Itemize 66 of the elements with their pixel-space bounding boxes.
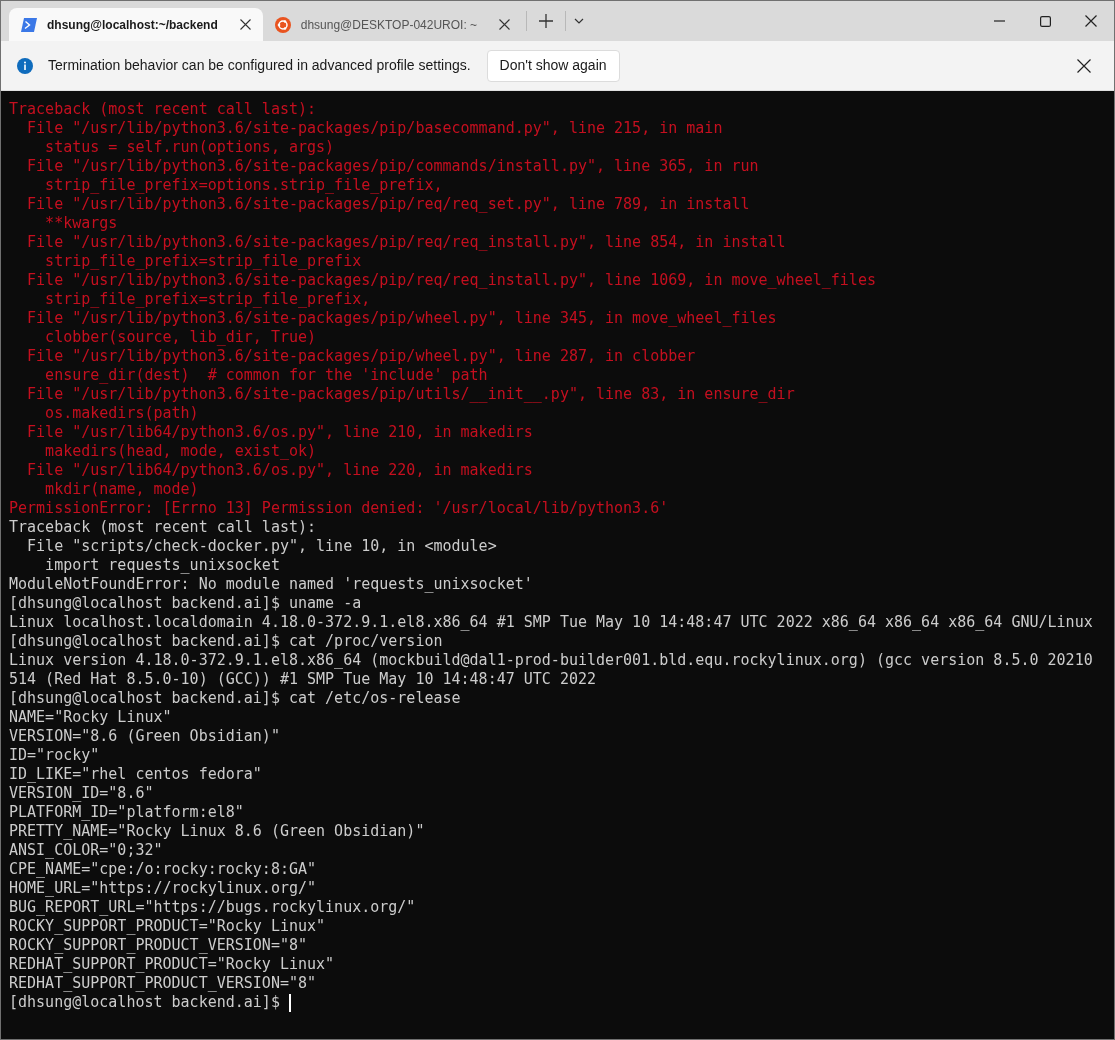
terminal-line: PLATFORM_ID="platform:el8" (9, 803, 244, 822)
terminal-line: PRETTY_NAME="Rocky Linux 8.6 (Green Obsidian)" (9, 822, 425, 841)
tab[interactable]: dhsung@DESKTOP-042UROI: ~ (262, 8, 523, 41)
circle-logo-icon (274, 16, 291, 33)
info-message: Termination behavior can be configured in advanced profile settings. (48, 56, 471, 75)
text-cursor (288, 993, 291, 1012)
terminal-line: VERSION="8.6 (Green Obsidian)" (9, 727, 280, 746)
chevron-down-icon (574, 18, 585, 24)
terminal-line: ID_LIKE="rhel centos fedora" (9, 765, 262, 784)
terminal-line: [dhsung@localhost backend.ai]$ cat /proc/version (9, 632, 443, 651)
terminal-line: import requests_unixsocket (44, 556, 280, 575)
tab[interactable]: dhsung@localhost:~/backend (9, 8, 263, 41)
terminal-line: Linux version 4.18.0-372.9.1.el8.x86_64 (mockbuild@dal1-prod-builder001.bld.equ.rockylinux.org) (gcc version 8.5.0 20210 (9, 651, 1093, 670)
terminal-line: ROCKY_SUPPORT_PRODUCT_VERSION="8" (9, 936, 307, 955)
terminal-line: ANSI_COLOR="0;32" (9, 841, 163, 860)
terminal-line: PermissionError: [Errno 13] Permission denied: '/usr/local/lib/python3.6' (9, 499, 669, 518)
terminal-line: File "/usr/lib64/python3.6/os.py", line 210, in makedirs (26, 423, 533, 442)
terminal-line: REDHAT_SUPPORT_PRODUCT="Rocky Linux" (9, 955, 335, 974)
terminal-prompt: [dhsung@localhost backend.ai]$ (9, 993, 281, 1012)
terminal-line: BUG_REPORT_URL="https://bugs.rockylinux.org/" (9, 898, 416, 917)
terminal-prompt-icon (21, 17, 37, 32)
close-icon (1077, 58, 1091, 73)
tab-title: dhsung@localhost:~/backend (47, 16, 218, 34)
terminal-line: 514 (Red Hat 8.5.0-10) (GCC)) #1 SMP Tue May 10 14:48:47 UTC 2022 (9, 670, 596, 689)
terminal-line: strip_file_prefix=strip_file_prefix, (44, 290, 371, 309)
terminal-line: VERSION_ID="8.6" (9, 784, 154, 803)
tab-title: dhsung@DESKTOP-042UROI: ~ (300, 16, 478, 34)
terminal-line: ROCKY_SUPPORT_PRODUCT="Rocky Linux" (9, 917, 326, 936)
close-icon[interactable] (239, 19, 251, 30)
terminal-line: ModuleNotFoundError: No module named 'requests_unixsocket' (9, 575, 533, 594)
terminal-line: mkdir(name, mode) (44, 480, 199, 499)
maximize-icon (1039, 15, 1051, 27)
terminal-line: File "/usr/lib64/python3.6/os.py", line 220, in makedirs (26, 461, 533, 480)
terminal-line: File "/usr/lib/python3.6/site-packages/pip/utils/__init__.py", line 83, in ensure_dir (26, 385, 795, 404)
terminal-line: File "/usr/lib/python3.6/site-packages/pip/wheel.py", line 345, in move_wheel_files (26, 309, 777, 328)
terminal-line: status = self.run(options, args) (44, 138, 335, 157)
terminal-line: NAME="Rocky Linux" (9, 708, 172, 727)
terminal-line: strip_file_prefix=strip_file_prefix (44, 252, 362, 271)
terminal-line: File "/usr/lib/python3.6/site-packages/pip/req/req_set.py", line 789, in install (26, 195, 750, 214)
terminal-line: Linux localhost.localdomain 4.18.0-372.9.1.el8.x86_64 #1 SMP Tue May 10 14:48:47 UTC 2022 x86_64 x86_64 x86_64 GNU/Linux (9, 613, 1093, 632)
terminal-line: Traceback (most recent call last): (9, 518, 317, 537)
terminal-line: REDHAT_SUPPORT_PRODUCT_VERSION="8" (9, 974, 317, 993)
terminal-line: clobber(source, lib_dir, True) (44, 328, 317, 347)
close-icon (1085, 15, 1097, 27)
terminal-line: File "/usr/lib/python3.6/site-packages/pip/basecommand.py", line 215, in main (26, 119, 723, 138)
plus-icon (539, 14, 554, 28)
terminal-line: ID="rocky" (9, 746, 100, 765)
terminal-line: **kwargs (44, 214, 118, 233)
terminal-line: File "/usr/lib/python3.6/site-packages/pip/req/req_install.py", line 854, in install (26, 233, 786, 252)
terminal-line: File "scripts/check-docker.py", line 10, in <module> (26, 537, 497, 556)
info-icon (17, 57, 33, 74)
terminal-line: [dhsung@localhost backend.ai]$ uname -a (9, 594, 362, 613)
terminal-line: HOME_URL="https://rockylinux.org/" (9, 879, 317, 898)
terminal-line: Traceback (most recent call last): (9, 100, 317, 119)
minimize-icon (993, 20, 1005, 22)
close-icon[interactable] (499, 19, 511, 30)
terminal-line: [dhsung@localhost backend.ai]$ cat /etc/os-release (9, 689, 461, 708)
terminal-line: File "/usr/lib/python3.6/site-packages/pip/req/req_install.py", line 1069, in move_wheel_files (26, 271, 876, 290)
terminal-line: File "/usr/lib/python3.6/site-packages/pip/wheel.py", line 287, in clobber (26, 347, 696, 366)
dont-show-again-button[interactable]: Don't show again (486, 49, 620, 82)
terminal-line: ensure_dir(dest) # common for the 'include' path (44, 366, 488, 385)
terminal-line: os.makedirs(path) (44, 404, 199, 423)
terminal-line: File "/usr/lib/python3.6/site-packages/pip/commands/install.py", line 365, in run (26, 157, 759, 176)
terminal-line: CPE_NAME="cpe:/o:rocky:rocky:8:GA" (9, 860, 317, 879)
terminal-line: strip_file_prefix=options.strip_file_prefix, (44, 176, 443, 195)
terminal-line: makedirs(head, mode, exist_ok) (44, 442, 317, 461)
